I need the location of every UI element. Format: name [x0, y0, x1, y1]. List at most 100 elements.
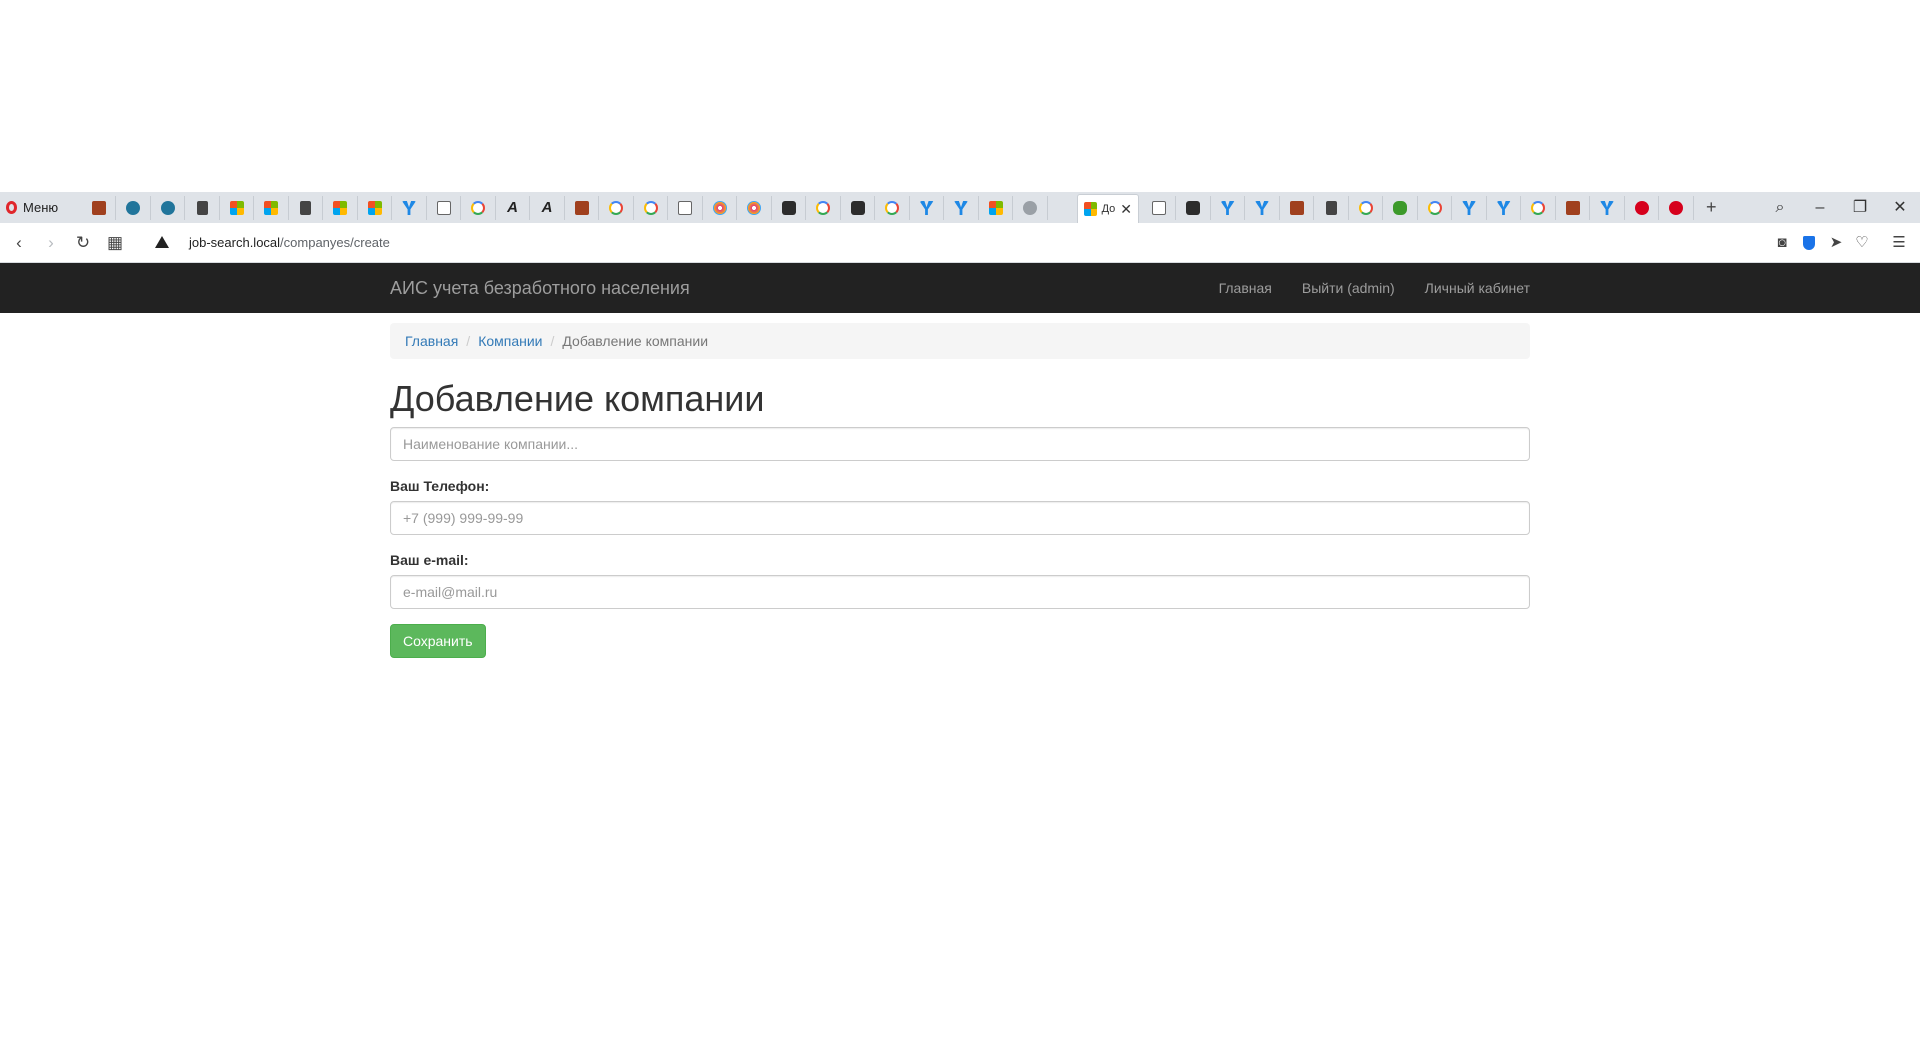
- grid-icon: [1325, 201, 1337, 215]
- close-tab-icon[interactable]: ✕: [1120, 201, 1132, 218]
- vpn-shield-icon[interactable]: [1797, 223, 1821, 262]
- browser-tab[interactable]: A: [531, 196, 565, 220]
- browser-tab[interactable]: [358, 196, 392, 220]
- opera-menu-button[interactable]: Меню: [6, 192, 74, 223]
- browser-tab[interactable]: [669, 196, 703, 220]
- mail-icon: [1151, 201, 1166, 215]
- yandex-icon: [919, 201, 934, 215]
- browser-tab[interactable]: [876, 196, 910, 220]
- google-icon: [471, 201, 485, 215]
- breadcrumb-home[interactable]: Главная: [405, 333, 458, 349]
- browser-tab[interactable]: [1625, 196, 1659, 220]
- email-label: Ваш e-mail:: [390, 552, 469, 568]
- browser-tab[interactable]: [1280, 196, 1314, 220]
- close-window-icon[interactable]: ✕: [1880, 192, 1920, 223]
- browser-tab[interactable]: A: [496, 196, 530, 220]
- wordpress-icon: [126, 201, 140, 215]
- breadcrumb-separator: /: [466, 333, 471, 349]
- browser-tab[interactable]: [1487, 196, 1521, 220]
- flower-icon: [712, 201, 727, 215]
- browser-tab[interactable]: [1453, 196, 1487, 220]
- browser-tab[interactable]: [1315, 196, 1349, 220]
- minimize-icon[interactable]: –: [1800, 192, 1840, 223]
- microsoft-icon: [264, 201, 278, 215]
- easy-setup-icon[interactable]: ☰: [1887, 223, 1911, 262]
- browser-address-bar: ‹ › ↻ ▦ job-search.local/companyes/creat…: [0, 223, 1920, 263]
- browser-tab[interactable]: [324, 196, 358, 220]
- browser-tab[interactable]: [393, 196, 427, 220]
- navbar-links: Главная Выйти (admin) Личный кабинет: [1219, 263, 1530, 313]
- company-name-group: [390, 427, 1530, 461]
- url-field[interactable]: job-search.local/companyes/create: [189, 223, 390, 262]
- google-icon: [1531, 201, 1545, 215]
- snapshot-icon[interactable]: ◙: [1770, 223, 1794, 262]
- nav-logout-link[interactable]: Выйти (admin): [1302, 263, 1395, 313]
- new-tab-button[interactable]: +: [1706, 192, 1717, 223]
- back-icon[interactable]: ‹: [6, 223, 32, 262]
- browser-tab[interactable]: [600, 196, 634, 220]
- browser-tab[interactable]: [979, 196, 1013, 220]
- breadcrumb: Главная / Компании / Добавление компании: [390, 323, 1530, 359]
- browser-tab[interactable]: [289, 196, 323, 220]
- browser-tab[interactable]: [1211, 196, 1245, 220]
- browser-tab[interactable]: [772, 196, 806, 220]
- company-name-input[interactable]: [390, 427, 1530, 461]
- a-icon: A: [541, 199, 553, 216]
- forward-icon[interactable]: ›: [38, 223, 64, 262]
- browser-tab[interactable]: [945, 196, 979, 220]
- browser-tab[interactable]: [1660, 196, 1694, 220]
- url-host: job-search.local: [189, 235, 281, 250]
- browser-tab[interactable]: [220, 196, 254, 220]
- save-button[interactable]: Сохранить: [390, 624, 486, 658]
- browser-tab[interactable]: [1142, 196, 1176, 220]
- send-icon[interactable]: ➤: [1824, 223, 1848, 262]
- restore-icon[interactable]: ❐: [1840, 192, 1880, 223]
- reload-icon[interactable]: ↻: [70, 223, 96, 262]
- yandex-icon: [1496, 201, 1511, 215]
- site-brand[interactable]: АИС учета безработного населения: [390, 263, 690, 313]
- browser-tab[interactable]: [703, 196, 737, 220]
- pma-icon: [91, 201, 106, 215]
- google-icon: [1427, 201, 1442, 215]
- browser-tab[interactable]: [1522, 196, 1556, 220]
- browser-tab[interactable]: [634, 196, 668, 220]
- browser-tab[interactable]: [186, 196, 220, 220]
- browser-tab[interactable]: [910, 196, 944, 220]
- search-tabs-icon[interactable]: ⌕: [1760, 192, 1800, 223]
- active-tab-label: До: [1101, 203, 1116, 215]
- browser-tab[interactable]: [1418, 196, 1452, 220]
- dark-icon: [1186, 201, 1200, 215]
- browser-tab[interactable]: [82, 196, 116, 220]
- browser-tab[interactable]: [738, 196, 772, 220]
- browser-tab[interactable]: [565, 196, 599, 220]
- nav-cabinet-link[interactable]: Личный кабинет: [1425, 263, 1530, 313]
- brown-icon: [1289, 201, 1304, 215]
- browser-tab[interactable]: [1556, 196, 1590, 220]
- browser-tab[interactable]: [462, 196, 496, 220]
- browser-tab[interactable]: [1349, 196, 1383, 220]
- browser-tab[interactable]: [1014, 196, 1048, 220]
- nav-home-link[interactable]: Главная: [1219, 263, 1272, 313]
- phone-input[interactable]: [390, 501, 1530, 535]
- browser-tab[interactable]: [1177, 196, 1211, 220]
- browser-tab[interactable]: [807, 196, 841, 220]
- browser-tab[interactable]: [151, 196, 185, 220]
- google-icon: [816, 201, 830, 215]
- tab-active[interactable]: До ✕: [1077, 194, 1139, 223]
- heart-bookmark-icon[interactable]: ♡: [1850, 223, 1874, 262]
- browser-tab[interactable]: [841, 196, 875, 220]
- breadcrumb-companies[interactable]: Компании: [478, 333, 542, 349]
- brown-icon: [574, 201, 589, 215]
- browser-tab[interactable]: [427, 196, 461, 220]
- browser-tab[interactable]: [255, 196, 289, 220]
- browser-tab[interactable]: [1591, 196, 1625, 220]
- blue-icon: [1220, 201, 1235, 215]
- email-input[interactable]: [390, 575, 1530, 609]
- browser-tab[interactable]: [1384, 196, 1418, 220]
- not-secure-warning-icon[interactable]: [155, 236, 169, 248]
- a-icon: A: [507, 199, 518, 216]
- browser-tab[interactable]: [117, 196, 151, 220]
- speed-dial-icon[interactable]: ▦: [102, 223, 128, 262]
- browser-tab[interactable]: [1246, 196, 1280, 220]
- google-icon: [1358, 201, 1373, 215]
